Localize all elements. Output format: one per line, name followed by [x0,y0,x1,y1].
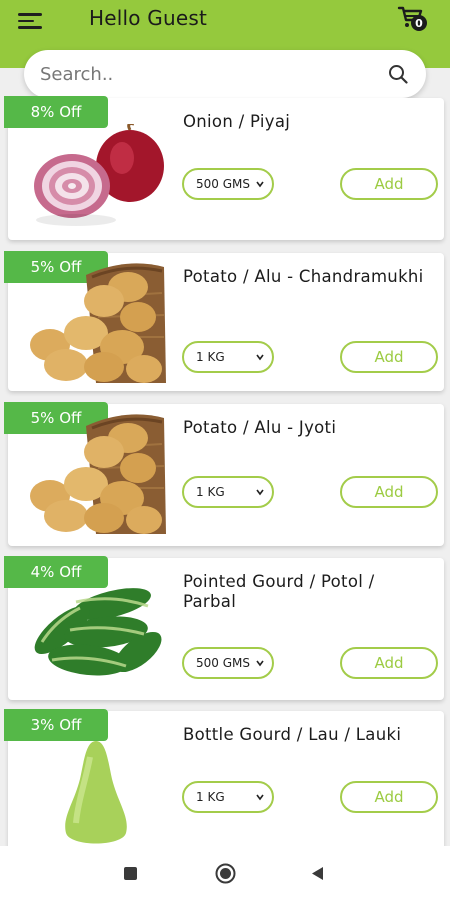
bottle-gourd-image [65,741,127,844]
unit-dropdown[interactable]: 1 KG [182,781,274,813]
add-to-cart-button[interactable]: Add [340,168,438,200]
unit-value: 500 GMS [196,656,250,670]
page-title: Hello Guest [89,6,207,30]
unit-dropdown[interactable]: 1 KG [182,341,274,373]
product-name: Onion / Piyaj [183,112,291,131]
product-card[interactable]: 5% Off Potato / Alu - Jyoti 1 KG Add [4,402,444,546]
product-card[interactable]: 8% Off Onion / Piyaj 500 GMS Add [4,96,444,240]
search-input[interactable] [38,50,378,98]
unit-value: 500 GMS [196,177,250,191]
potatoes-image [30,414,166,534]
hamburger-menu-icon[interactable] [18,10,44,32]
chevron-down-icon [256,660,264,667]
onion-image [34,124,164,226]
recent-apps-icon[interactable] [124,867,137,880]
cart-button[interactable]: 0 [397,4,429,34]
search-bar [24,50,426,98]
add-to-cart-button[interactable]: Add [340,476,438,508]
add-to-cart-button[interactable]: Add [340,781,438,813]
home-icon[interactable] [215,863,236,884]
cart-count-badge: 0 [411,15,427,31]
product-name: Potato / Alu - Chandramukhi [183,267,424,286]
pointed-gourd-image [34,588,162,676]
product-name: Potato / Alu - Jyoti [183,418,337,437]
product-name: Pointed Gourd / Potol / Parbal [183,572,375,611]
unit-dropdown[interactable]: 1 KG [182,476,274,508]
product-card[interactable]: 4% Off Pointed Gourd / Potol / Parbal 50… [4,556,444,700]
add-to-cart-button[interactable]: Add [340,341,438,373]
product-card[interactable]: 3% Off Bottle Gourd / Lau / Lauki 1 KG A… [4,709,444,851]
unit-value: 1 KG [196,485,225,499]
unit-value: 1 KG [196,350,225,364]
chevron-down-icon [256,354,264,361]
unit-dropdown[interactable]: 500 GMS [182,168,274,200]
product-name: Bottle Gourd / Lau / Lauki [183,725,402,744]
system-nav-bar [0,846,450,900]
product-card[interactable]: 5% Off Potato / Alu - Chandramukhi 1 KG … [4,251,444,391]
chevron-down-icon [256,181,264,188]
add-to-cart-button[interactable]: Add [340,647,438,679]
unit-value: 1 KG [196,790,225,804]
chevron-down-icon [256,794,264,801]
unit-dropdown[interactable]: 500 GMS [182,647,274,679]
search-icon[interactable] [388,64,408,84]
discount-badge: 3% Off [4,709,108,741]
chevron-down-icon [256,489,264,496]
back-icon[interactable] [310,866,324,881]
potatoes-image [30,263,166,383]
